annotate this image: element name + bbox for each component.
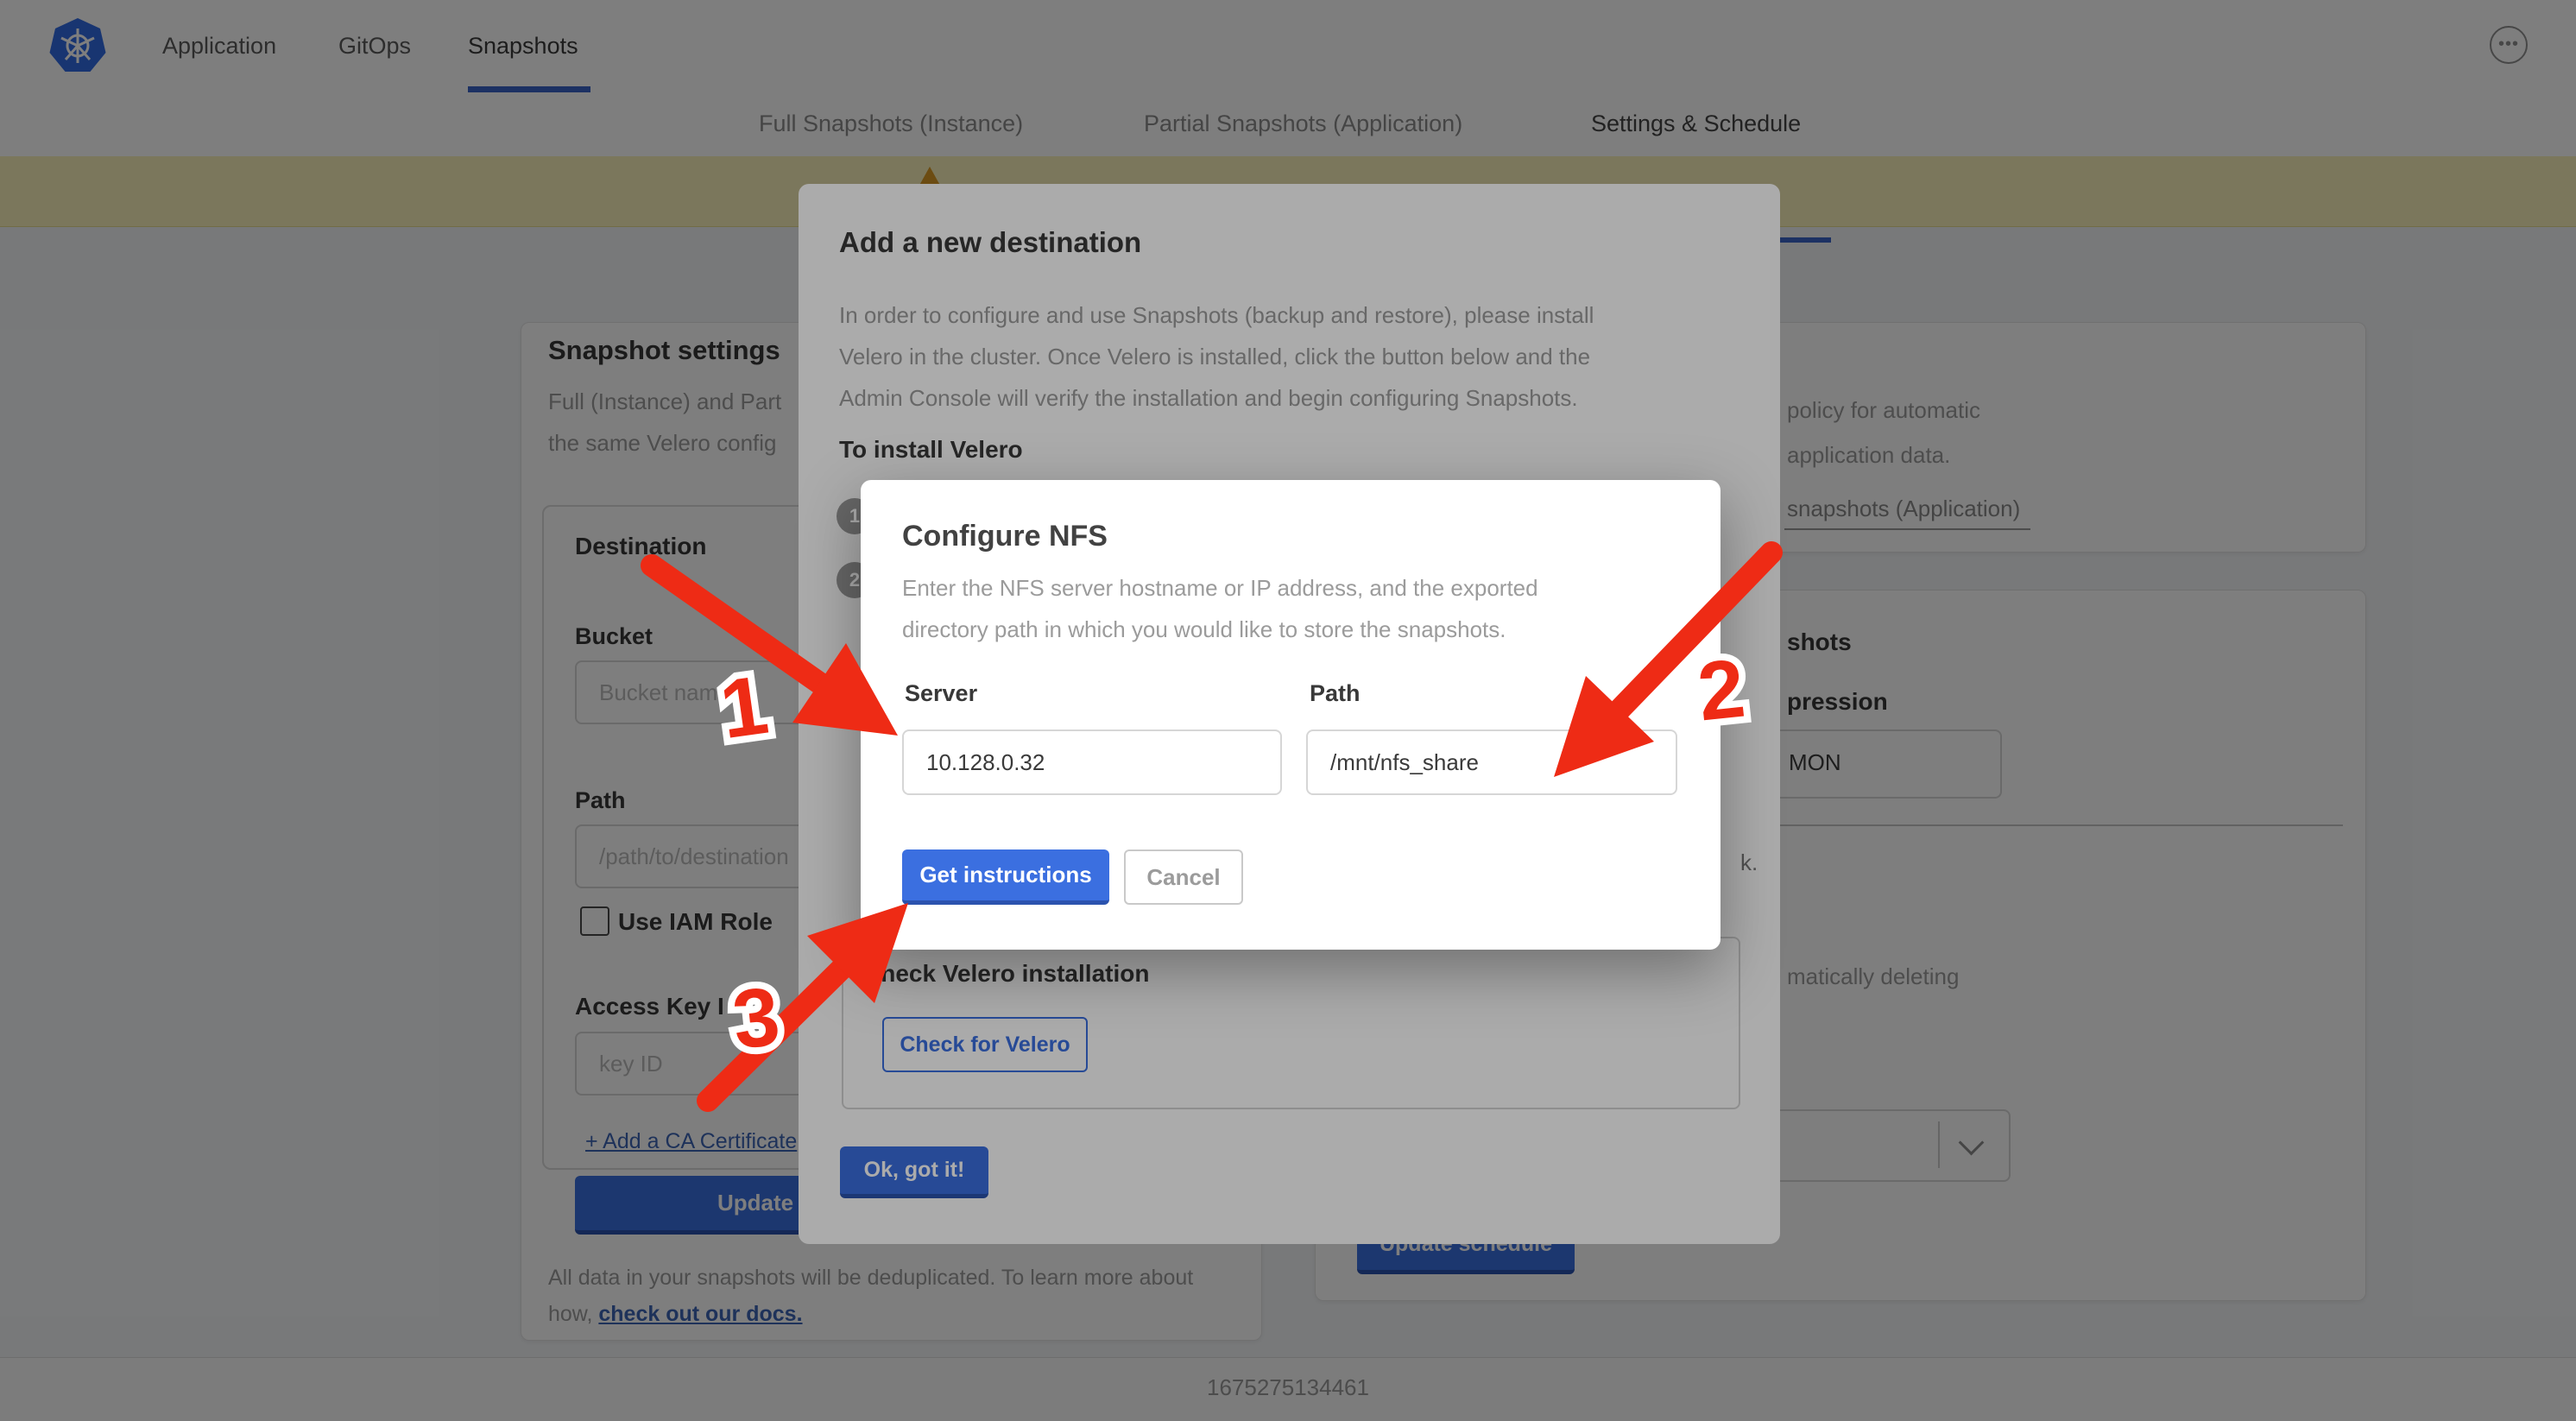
admin-console-screen: Application GitOps Snapshots ••• Full Sn…: [0, 0, 2576, 1421]
annotation-badge-3: 3: [729, 970, 784, 1067]
annotation-arrows-layer: 1 2 3: [0, 0, 2576, 1421]
annotation-badge-1: 1: [715, 659, 773, 756]
annotation-arrow-1: [652, 565, 898, 736]
annotation-badge-2: 2: [1694, 642, 1749, 739]
